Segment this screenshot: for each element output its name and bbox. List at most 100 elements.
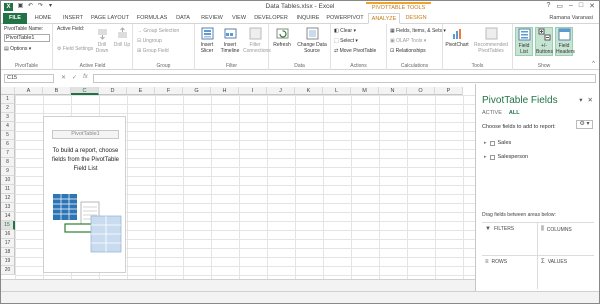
- column-header-m[interactable]: M: [351, 87, 379, 95]
- move-pivottable-button[interactable]: ⇄ Move PivotTable: [334, 48, 376, 54]
- tab-analyze[interactable]: ANALYZE: [368, 13, 400, 24]
- drill-up-button[interactable]: Drill Up: [113, 27, 131, 48]
- options-button[interactable]: ▤ Options ▾: [4, 46, 31, 52]
- row-header-3[interactable]: 3: [1, 113, 15, 122]
- row-header-1[interactable]: 1: [1, 95, 15, 104]
- tab-developer[interactable]: DEVELOPER: [252, 13, 290, 24]
- column-header-e[interactable]: E: [127, 87, 155, 95]
- tab-page-layout[interactable]: PAGE LAYOUT: [89, 13, 131, 24]
- field-checkbox[interactable]: [489, 140, 495, 146]
- relationships-button[interactable]: ⊡ Relationships: [390, 48, 426, 54]
- column-header-o[interactable]: O: [407, 87, 435, 95]
- tab-insert[interactable]: INSERT: [59, 13, 87, 24]
- row-header-2[interactable]: 2: [1, 104, 15, 113]
- select-all-corner[interactable]: [1, 87, 15, 95]
- column-header-p[interactable]: P: [435, 87, 463, 95]
- column-header-h[interactable]: H: [211, 87, 239, 95]
- tab-view[interactable]: VIEW: [228, 13, 250, 24]
- worksheet-grid[interactable]: ABCDEFGHIJKLMNOP 1 2 3 4 5 6 7 8 9 10 11 12 13 14 15 16…: [1, 87, 475, 279]
- sheet-tab-bar[interactable]: [1, 279, 475, 291]
- minimize-icon[interactable]: –: [569, 2, 573, 10]
- group-selection-button[interactable]: → Group Selection: [137, 28, 179, 34]
- column-header-k[interactable]: K: [295, 87, 323, 95]
- tab-home[interactable]: HOME: [31, 13, 55, 24]
- field-headers-button[interactable]: Field Headers: [555, 27, 575, 56]
- row-header-10[interactable]: 10: [1, 176, 15, 185]
- insert-function-icon[interactable]: fx: [83, 74, 88, 81]
- tab-data[interactable]: DATA: [171, 13, 195, 24]
- column-header-i[interactable]: I: [239, 87, 267, 95]
- area-rows[interactable]: ≡ ROWS: [482, 256, 538, 289]
- olap-tools-button[interactable]: ▣ OLAP Tools ▾: [390, 38, 426, 44]
- refresh-button[interactable]: Refresh: [271, 27, 293, 48]
- area-values[interactable]: Σ VALUES: [538, 256, 594, 289]
- row-header-5[interactable]: 5: [1, 131, 15, 140]
- area-columns[interactable]: ⫼ COLUMNS: [538, 223, 594, 256]
- row-header-4[interactable]: 4: [1, 122, 15, 131]
- column-header-j[interactable]: J: [267, 87, 295, 95]
- row-header-17[interactable]: 17: [1, 239, 15, 248]
- row-header-16[interactable]: 16: [1, 230, 15, 239]
- tools-gear-button[interactable]: ⚙ ▾: [576, 120, 593, 129]
- name-box[interactable]: C15: [4, 74, 54, 83]
- tab-powerpivot[interactable]: POWERPIVOT: [325, 13, 365, 24]
- tab-review[interactable]: REVIEW: [198, 13, 226, 24]
- ungroup-button[interactable]: ⊟ Ungroup: [137, 38, 162, 44]
- insert-slicer-button[interactable]: Insert Slicer: [197, 27, 217, 54]
- column-header-g[interactable]: G: [183, 87, 211, 95]
- cancel-icon[interactable]: ✕: [61, 74, 66, 81]
- close-icon[interactable]: ✕: [589, 2, 595, 10]
- row-header-13[interactable]: 13: [1, 203, 15, 212]
- field-list-button[interactable]: Field List: [515, 27, 533, 56]
- row-header-12[interactable]: 12: [1, 194, 15, 203]
- fields-items-sets-button[interactable]: ▦ Fields, Items, & Sets ▾: [390, 28, 446, 34]
- field-checkbox[interactable]: [489, 154, 495, 160]
- column-header-l[interactable]: L: [323, 87, 351, 95]
- field-settings-button[interactable]: ⚙ Field Settings: [57, 46, 93, 52]
- area-filters[interactable]: ▼ FILTERS: [482, 223, 538, 256]
- field-item-sales[interactable]: ▸ Sales: [484, 140, 511, 146]
- tab-inquire[interactable]: INQUIRE: [293, 13, 323, 24]
- column-header-n[interactable]: N: [379, 87, 407, 95]
- group-field-button[interactable]: ⊞ Group Field: [137, 48, 169, 54]
- row-header-18[interactable]: 18: [1, 248, 15, 257]
- row-header-7[interactable]: 7: [1, 149, 15, 158]
- tab-formulas[interactable]: FORMULAS: [135, 13, 169, 24]
- pane-close-icon[interactable]: ✕: [588, 96, 593, 104]
- field-item-salesperson[interactable]: ▸ Salesperson: [484, 154, 528, 160]
- column-header-b[interactable]: B: [43, 87, 71, 95]
- row-header-19[interactable]: 19: [1, 257, 15, 266]
- recommended-pivottables-button[interactable]: Recommended PivotTables: [471, 27, 511, 54]
- select-button[interactable]: ⬚ Select ▾: [334, 38, 358, 44]
- expand-chevron-icon[interactable]: ▸: [484, 154, 487, 160]
- row-header-15[interactable]: 15: [1, 221, 15, 230]
- row-header-8[interactable]: 8: [1, 158, 15, 167]
- filter-connections-button[interactable]: Filter Connections: [243, 27, 271, 54]
- user-name[interactable]: Ramana Varanasi: [549, 15, 593, 21]
- row-header-11[interactable]: 11: [1, 185, 15, 194]
- drill-down-button[interactable]: Drill Down: [93, 27, 111, 54]
- plus-minus-buttons-button[interactable]: +/- Buttons: [535, 27, 553, 56]
- maximize-icon[interactable]: □: [579, 2, 583, 10]
- pane-options-icon[interactable]: ▾: [579, 96, 582, 104]
- insert-timeline-button[interactable]: Insert Timeline: [219, 27, 241, 54]
- row-header-14[interactable]: 14: [1, 212, 15, 221]
- tab-all-fields[interactable]: ALL: [509, 110, 520, 116]
- row-header-20[interactable]: 20: [1, 266, 15, 275]
- formula-input[interactable]: [93, 74, 596, 83]
- collapse-ribbon-icon[interactable]: ^: [592, 61, 595, 67]
- pivotchart-button[interactable]: PivotChart: [445, 27, 469, 48]
- row-header-6[interactable]: 6: [1, 140, 15, 149]
- clear-button[interactable]: ◧ Clear ▾: [334, 28, 356, 34]
- column-header-c[interactable]: C: [71, 87, 99, 95]
- tab-file[interactable]: FILE: [3, 13, 27, 24]
- column-header-a[interactable]: A: [15, 87, 43, 95]
- enter-icon[interactable]: ✓: [72, 74, 77, 81]
- pivottable-placeholder[interactable]: PivotTable1 To build a report, choose fi…: [43, 116, 126, 273]
- pivottable-name-input[interactable]: PivotTable1: [4, 34, 50, 42]
- row-header-9[interactable]: 9: [1, 167, 15, 176]
- tab-design[interactable]: DESIGN: [402, 13, 430, 24]
- column-header-f[interactable]: F: [155, 87, 183, 95]
- column-header-d[interactable]: D: [99, 87, 127, 95]
- ribbon-display-icon[interactable]: ▭: [556, 2, 563, 10]
